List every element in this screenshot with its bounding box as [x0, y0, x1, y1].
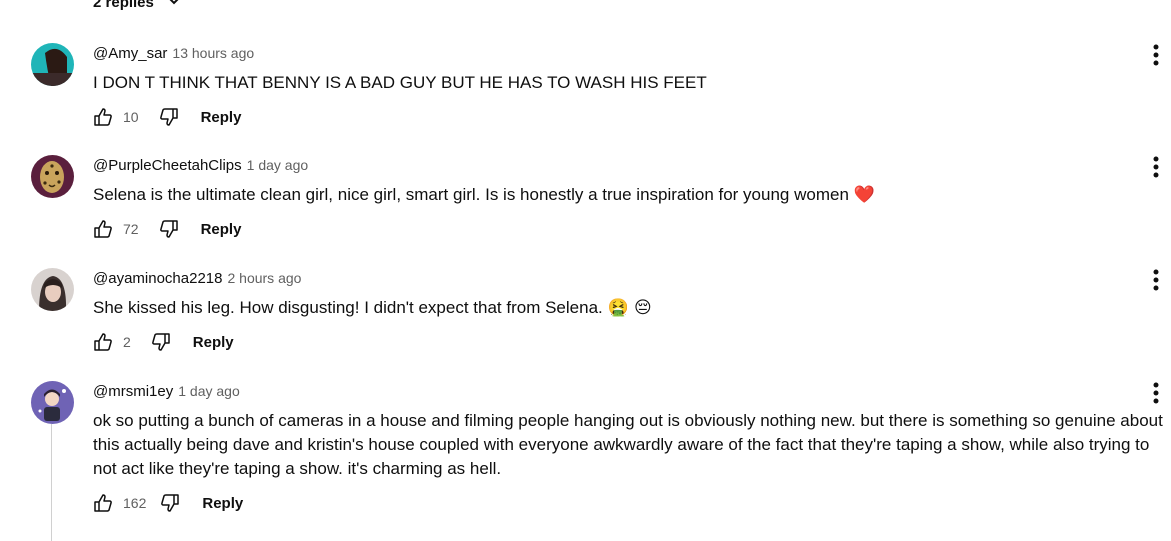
- comment-actions: 2 Reply: [93, 330, 234, 354]
- comment-text: I DON T THINK THAT BENNY IS A BAD GUY BU…: [93, 73, 707, 92]
- avatar[interactable]: [31, 381, 74, 424]
- like-count: 162: [123, 495, 147, 511]
- dislike-icon[interactable]: [151, 332, 171, 352]
- like-count: 2: [123, 334, 131, 350]
- replies-label: 2 replies: [93, 0, 154, 11]
- like-icon[interactable]: [93, 107, 113, 127]
- comment-author[interactable]: @PurpleCheetahClips: [93, 157, 242, 174]
- dislike-icon[interactable]: [159, 107, 179, 127]
- replies-toggle[interactable]: 2 replies: [93, 0, 184, 12]
- chevron-down-icon: [164, 0, 184, 14]
- avatar[interactable]: [31, 43, 74, 86]
- comment-timestamp[interactable]: 1 day ago: [247, 157, 309, 173]
- emoji-group: 🤮 😔: [607, 298, 652, 318]
- more-actions-icon[interactable]: [1146, 155, 1166, 179]
- thread-line: [51, 424, 52, 541]
- like-icon[interactable]: [93, 219, 113, 239]
- comment-actions: 72 Reply: [93, 217, 241, 241]
- reply-button[interactable]: Reply: [201, 221, 242, 238]
- dislike-icon[interactable]: [160, 493, 180, 513]
- heart-emoji: ❤️: [853, 185, 875, 205]
- avatar[interactable]: [31, 268, 74, 311]
- comment-timestamp[interactable]: 1 day ago: [178, 383, 240, 399]
- dislike-icon[interactable]: [159, 219, 179, 239]
- reply-button[interactable]: Reply: [202, 495, 243, 512]
- comment-text: ok so putting a bunch of cameras in a ho…: [93, 411, 1163, 478]
- like-count: 72: [123, 221, 139, 237]
- like-icon[interactable]: [93, 332, 113, 352]
- like-count: 10: [123, 109, 139, 125]
- comment-text: Selena is the ultimate clean girl, nice …: [93, 183, 1165, 207]
- reply-button[interactable]: Reply: [193, 334, 234, 351]
- comment-actions: 162 Reply: [93, 491, 243, 515]
- comment-timestamp[interactable]: 2 hours ago: [227, 270, 301, 286]
- comment-text-body: She kissed his leg. How disgusting! I di…: [93, 298, 603, 317]
- more-actions-icon[interactable]: [1146, 43, 1166, 67]
- comment-text-body: Selena is the ultimate clean girl, nice …: [93, 185, 849, 204]
- reply-button[interactable]: Reply: [201, 109, 242, 126]
- comment-text: She kissed his leg. How disgusting! I di…: [93, 296, 1165, 320]
- more-actions-icon[interactable]: [1146, 268, 1166, 292]
- comment-actions: 10 Reply: [93, 105, 241, 129]
- like-icon[interactable]: [93, 493, 113, 513]
- comment-author[interactable]: @ayaminocha2218: [93, 270, 222, 287]
- avatar[interactable]: [31, 155, 74, 198]
- comment-author[interactable]: @mrsmi1ey: [93, 383, 173, 400]
- more-actions-icon[interactable]: [1146, 381, 1166, 405]
- comment-author[interactable]: @Amy_sar: [93, 45, 167, 62]
- comment-timestamp[interactable]: 13 hours ago: [172, 45, 254, 61]
